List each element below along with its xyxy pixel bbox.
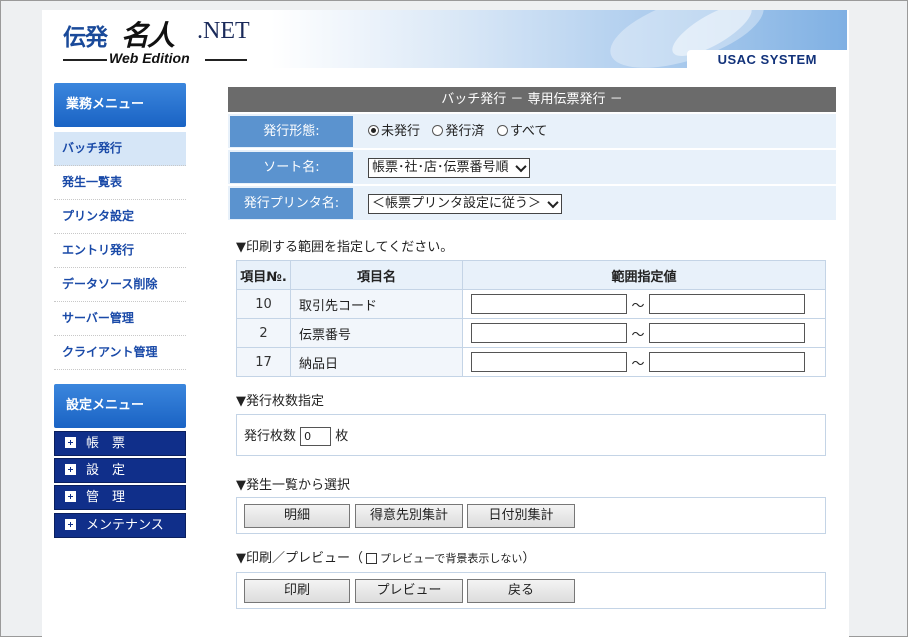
chevron-down-icon <box>548 200 558 208</box>
row-range-cell: ～ <box>462 289 826 319</box>
issue-form-label: 発行形態: <box>230 116 353 147</box>
sidebar-item-printer-settings[interactable]: プリンタ設定 <box>54 200 186 234</box>
settings-item-management[interactable]: 管 理 <box>54 485 186 510</box>
back-button[interactable]: 戻る <box>467 579 575 603</box>
range-to-input[interactable] <box>649 352 805 372</box>
count-section-label: ▼発行枚数指定 <box>236 394 324 409</box>
radio-icon <box>496 125 508 136</box>
preview-background-label: プレビューで背景表示しない <box>380 552 523 565</box>
expand-plus-icon <box>65 519 76 530</box>
sidebar-item-occurrence-list[interactable]: 発生一覧表 <box>54 166 186 200</box>
logo-text-net: .NET <box>197 18 250 44</box>
row-range-cell: ～ <box>462 318 826 348</box>
range-table: 項目№. 項目名 範囲指定値 10 取引先コード ～ 2 伝票番号 ～ 17 納… <box>236 260 826 377</box>
range-from-input[interactable] <box>471 323 627 343</box>
header-banner: 伝発 名人 .NET Web Edition USAC SYSTEM <box>47 10 847 68</box>
sidebar-item-client-admin[interactable]: クライアント管理 <box>54 336 186 370</box>
count-box: 発行枚数 0 枚 <box>236 414 826 456</box>
radio-all[interactable]: すべて <box>496 124 547 139</box>
row-item-no: 17 <box>236 347 291 377</box>
print-box: 印刷 プレビュー 戻る <box>236 572 826 609</box>
sort-select[interactable]: 帳票･社･店･伝票番号順 <box>368 157 530 178</box>
brand-name: USAC SYSTEM <box>717 52 817 67</box>
row-item-name: 取引先コード <box>290 289 463 319</box>
sort-value-cell: 帳票･社･店･伝票番号順 <box>356 150 530 185</box>
print-section-suffix: ） <box>522 551 536 566</box>
header-item-name: 項目名 <box>290 260 463 290</box>
printer-row: 発行プリンタ名: ＜帳票プリンタ設定に従う＞ <box>228 186 836 221</box>
settings-menu-title: 設定メニュー <box>54 384 186 428</box>
expand-plus-icon <box>65 464 76 475</box>
sidebar-item-datasource-delete[interactable]: データソース削除 <box>54 268 186 302</box>
print-button[interactable]: 印刷 <box>244 579 350 603</box>
customer-summary-button[interactable]: 得意先別集計 <box>355 504 463 528</box>
settings-item-label: 帳 票 <box>86 436 126 451</box>
row-item-no: 10 <box>236 289 291 319</box>
page-title: バッチ発行 － 専用伝票発行 － <box>228 87 836 112</box>
logo-underline <box>63 59 107 61</box>
count-unit: 枚 <box>335 429 349 444</box>
range-section-label: ▼印刷する範囲を指定してください。 <box>236 240 454 255</box>
logo-edition: Web Edition <box>109 50 190 66</box>
row-item-name: 納品日 <box>290 347 463 377</box>
settings-item-forms[interactable]: 帳 票 <box>54 431 186 456</box>
sidebar-item-batch-issue[interactable]: バッチ発行 <box>54 132 186 166</box>
count-input[interactable]: 0 <box>300 427 332 446</box>
sidebar-item-entry-issue[interactable]: エントリ発行 <box>54 234 186 268</box>
radio-selected-icon <box>368 125 379 136</box>
row-item-no: 2 <box>236 318 291 348</box>
table-row: 17 納品日 ～ <box>236 347 826 377</box>
settings-item-label: 管 理 <box>86 490 126 505</box>
range-to-input[interactable] <box>649 323 805 343</box>
settings-item-label: 設 定 <box>86 463 126 478</box>
select-section-label: ▼発生一覧から選択 <box>236 478 350 493</box>
sort-row: ソート名: 帳票･社･店･伝票番号順 <box>228 150 836 185</box>
issue-form-row: 発行形態: 未発行 発行済 すべて <box>228 114 836 149</box>
row-range-cell: ～ <box>462 347 826 377</box>
header-item-no: 項目№. <box>236 260 291 290</box>
range-from-input[interactable] <box>471 352 627 372</box>
expand-plus-icon <box>65 437 76 448</box>
count-label: 発行枚数 <box>244 429 297 444</box>
settings-item-settings[interactable]: 設 定 <box>54 458 186 483</box>
select-box: 明細 得意先別集計 日付別集計 <box>236 497 826 534</box>
range-from-input[interactable] <box>471 294 627 314</box>
sort-label: ソート名: <box>230 152 353 183</box>
radio-unissued[interactable]: 未発行 <box>368 124 420 139</box>
detail-button[interactable]: 明細 <box>244 504 350 528</box>
date-summary-button[interactable]: 日付別集計 <box>467 504 575 528</box>
logo-text-dept: 伝発 <box>63 25 108 51</box>
chevron-down-icon <box>516 164 526 172</box>
work-menu-title: 業務メニュー <box>54 83 186 127</box>
radio-issued[interactable]: 発行済 <box>432 124 484 139</box>
range-to-input[interactable] <box>649 294 805 314</box>
count-row: 発行枚数 0 枚 <box>244 425 348 446</box>
settings-item-label: メンテナンス <box>86 518 164 533</box>
settings-item-maintenance[interactable]: メンテナンス <box>54 513 186 538</box>
table-row: 10 取引先コード ～ <box>236 289 826 319</box>
print-section-label: ▼印刷／プレビュー（ プレビューで背景表示しない） <box>236 547 535 566</box>
preview-background-checkbox[interactable] <box>366 553 377 564</box>
printer-label: 発行プリンタ名: <box>230 188 353 219</box>
printer-select[interactable]: ＜帳票プリンタ設定に従う＞ <box>368 193 563 214</box>
range-table-header: 項目№. 項目名 範囲指定値 <box>236 260 826 290</box>
sidebar-item-server-admin[interactable]: サーバー管理 <box>54 302 186 336</box>
table-row: 2 伝票番号 ～ <box>236 318 826 348</box>
printer-value-cell: ＜帳票プリンタ設定に従う＞ <box>356 186 563 221</box>
preview-button[interactable]: プレビュー <box>355 579 463 603</box>
row-item-name: 伝票番号 <box>290 318 463 348</box>
print-section-prefix: ▼印刷／プレビュー（ <box>236 551 363 566</box>
radio-icon <box>432 125 444 136</box>
range-tilde: ～ <box>631 356 645 372</box>
expand-plus-icon <box>65 491 76 502</box>
header-range-value: 範囲指定値 <box>462 260 826 290</box>
range-tilde: ～ <box>631 298 645 314</box>
logo-text-meijin: 名人 <box>121 19 175 52</box>
range-tilde: ～ <box>631 327 645 343</box>
logo-underline <box>205 59 247 61</box>
issue-form-radios: 未発行 発行済 すべて <box>356 114 547 149</box>
